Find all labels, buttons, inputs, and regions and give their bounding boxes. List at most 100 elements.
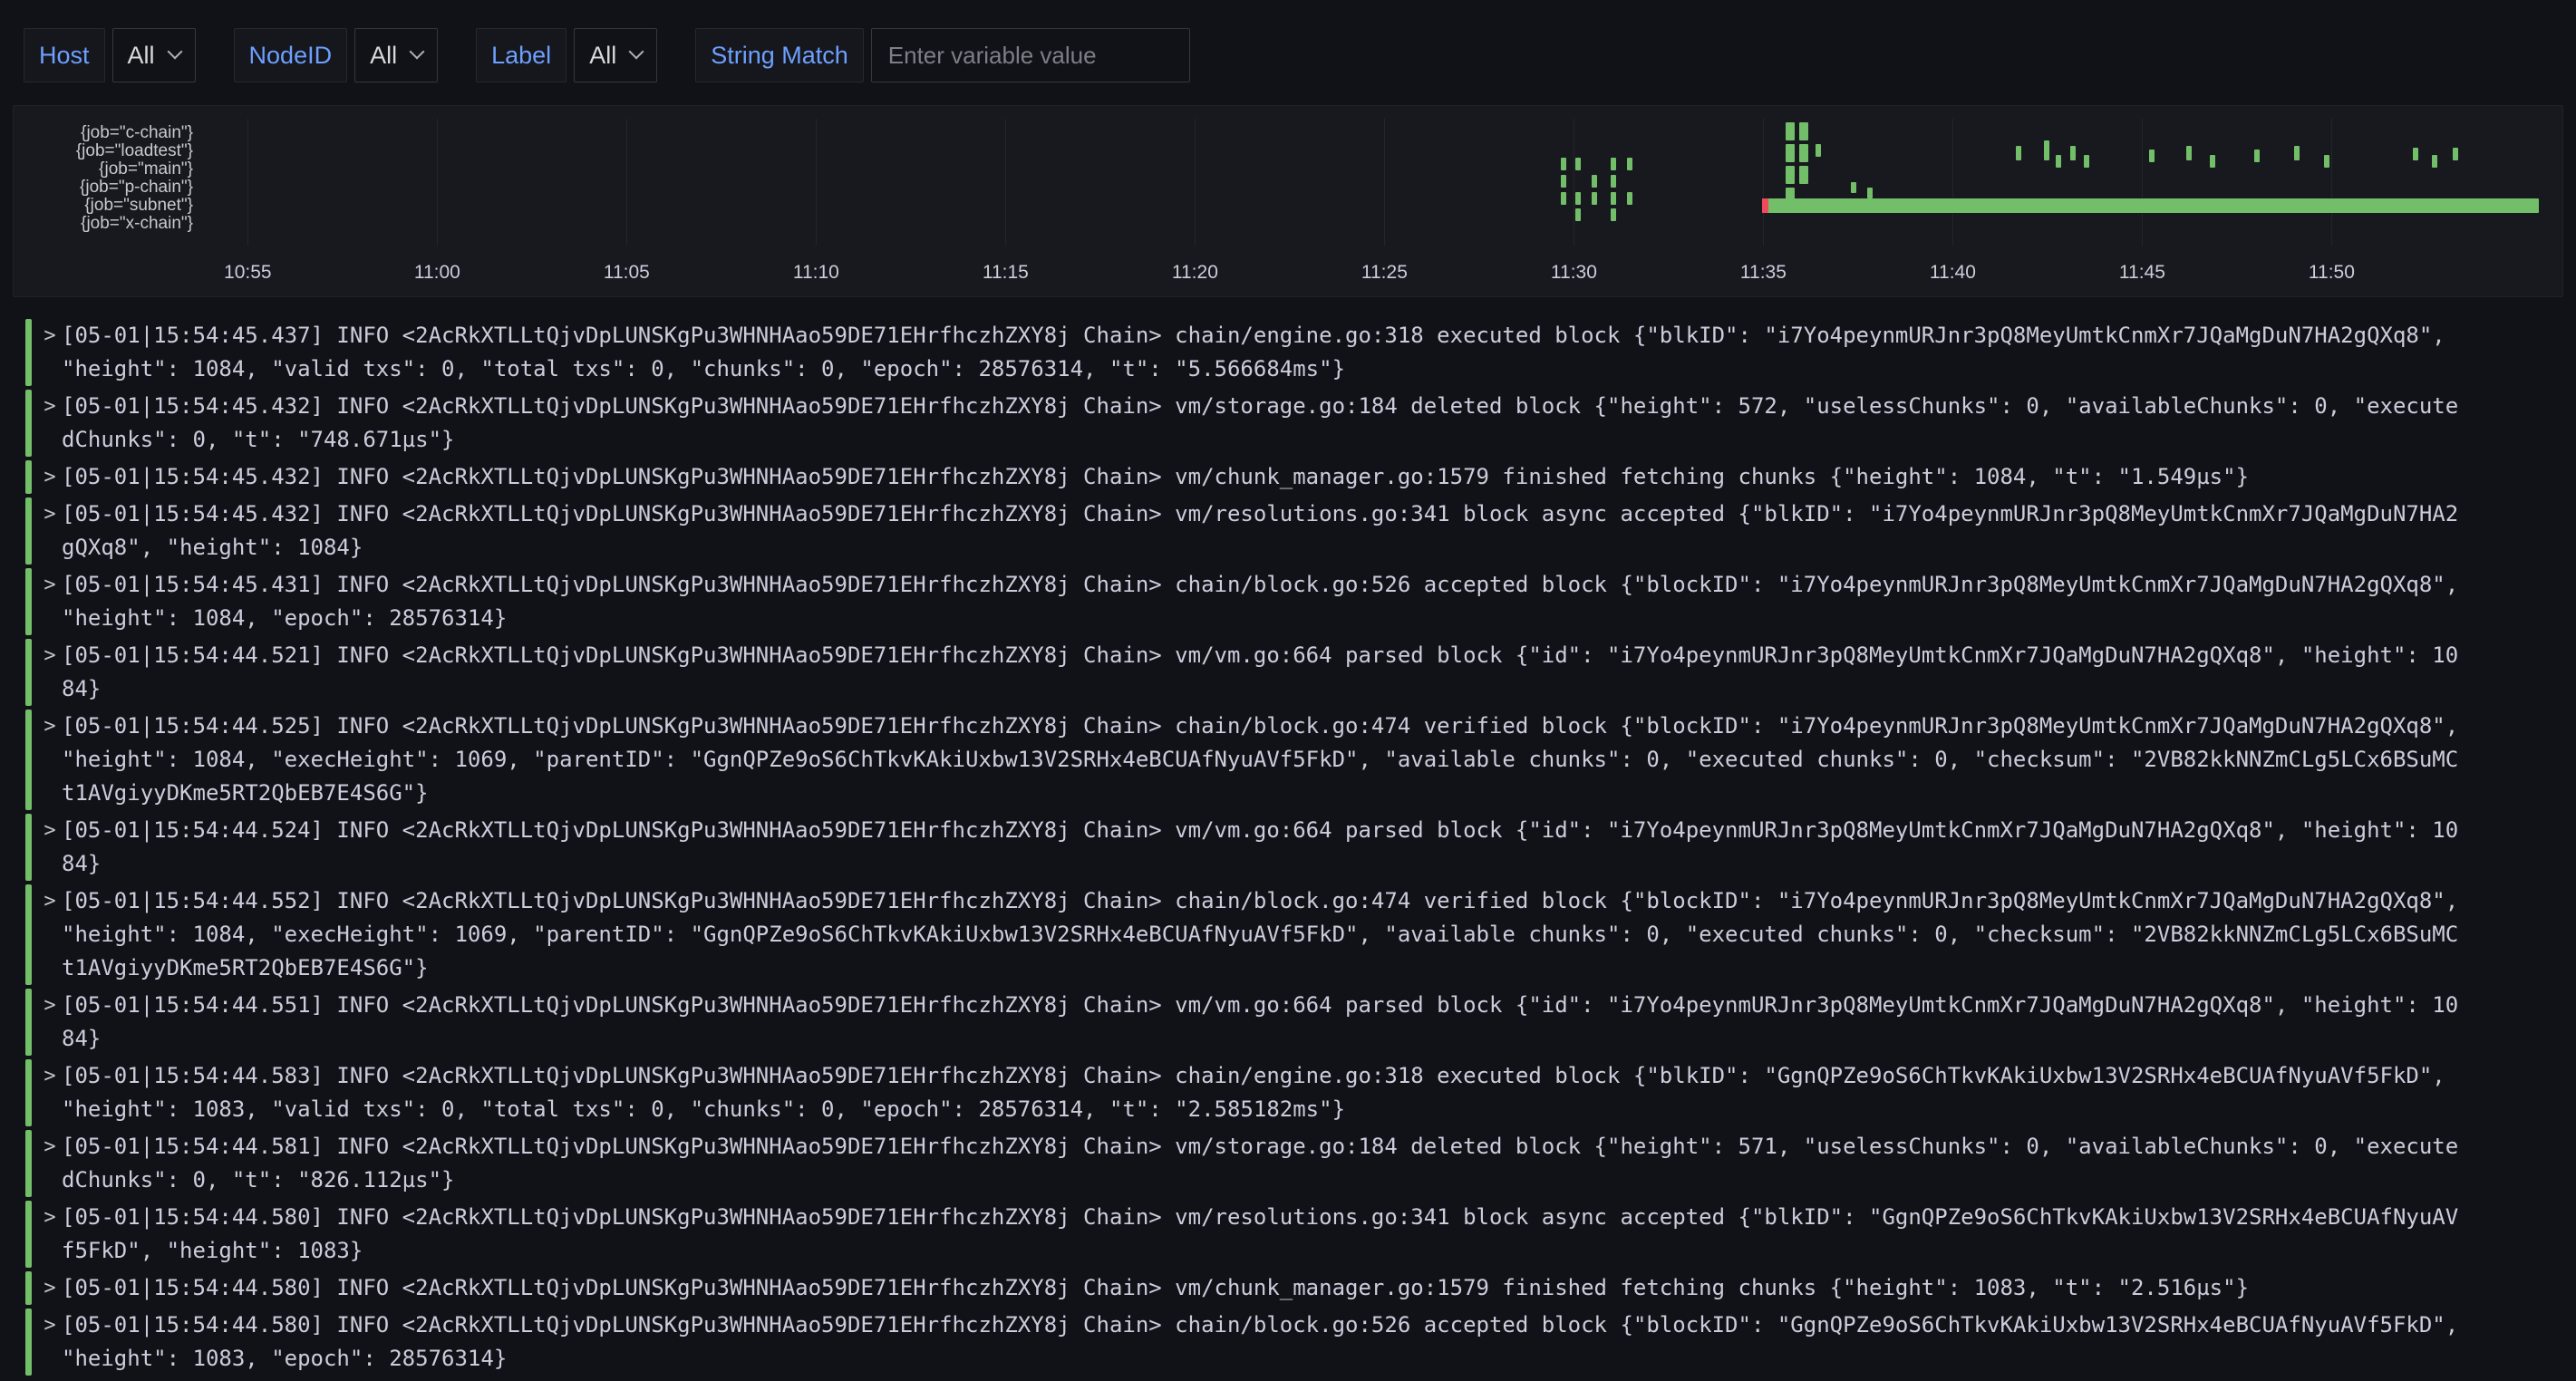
log-row[interactable]: >[05-01|15:54:44.580] INFO <2AcRkXTLLtQj…	[25, 1201, 2563, 1268]
log-line-text: [05-01|15:54:44.581] INFO <2AcRkXTLLtQjv…	[62, 1130, 2461, 1197]
log-level-bar	[25, 710, 32, 810]
volume-tick	[2084, 155, 2089, 168]
log-level-bar	[25, 497, 32, 565]
var-host: Host All	[24, 28, 196, 82]
log-line-text: [05-01|15:54:45.437] INFO <2AcRkXTLLtQjv…	[62, 319, 2461, 386]
series-label[interactable]: {job="p-chain"}	[14, 179, 193, 197]
log-line-text: [05-01|15:54:45.432] INFO <2AcRkXTLLtQjv…	[62, 460, 2461, 494]
volume-tick	[1592, 192, 1597, 205]
log-level-bar	[25, 319, 32, 386]
volume-tick	[1611, 158, 1616, 170]
angle-right-icon[interactable]: >	[38, 989, 62, 1056]
angle-right-icon[interactable]: >	[38, 390, 62, 457]
volume-tick	[2210, 155, 2215, 168]
variables-bar: Host All NodeID All Label All String Mat…	[0, 0, 2576, 105]
log-row[interactable]: >[05-01|15:54:45.432] INFO <2AcRkXTLLtQj…	[25, 460, 2563, 494]
var-string-match-label: String Match	[695, 28, 864, 82]
log-list: >[05-01|15:54:45.437] INFO <2AcRkXTLLtQj…	[25, 319, 2563, 1381]
volume-tick	[1786, 166, 1795, 184]
volume-tick	[1816, 144, 1821, 157]
gridline	[816, 119, 817, 246]
var-nodeid-select[interactable]: All	[354, 28, 438, 82]
log-line-text: [05-01|15:54:44.551] INFO <2AcRkXTLLtQjv…	[62, 989, 2461, 1056]
time-tick-label: 11:50	[2309, 262, 2355, 284]
volume-tick	[1575, 208, 1581, 221]
var-label-value: All	[589, 42, 616, 70]
gridline	[2142, 119, 2143, 246]
chevron-down-icon	[629, 44, 644, 60]
volume-tick	[1611, 192, 1616, 205]
log-level-bar	[25, 1309, 32, 1376]
series-labels: {job="c-chain"}{job="loadtest"}{job="mai…	[14, 124, 193, 233]
var-host-select[interactable]: All	[112, 28, 196, 82]
volume-tick	[2044, 140, 2049, 160]
var-label-label: Label	[476, 28, 567, 82]
volume-tick	[1611, 208, 1616, 221]
volume-tick	[2186, 146, 2192, 160]
angle-right-icon[interactable]: >	[38, 1059, 62, 1126]
volume-band	[1762, 198, 2539, 213]
angle-right-icon[interactable]: >	[38, 710, 62, 810]
log-line-text: [05-01|15:54:44.580] INFO <2AcRkXTLLtQjv…	[62, 1201, 2461, 1268]
angle-right-icon[interactable]: >	[38, 319, 62, 386]
volume-tick	[1575, 192, 1581, 205]
log-level-bar	[25, 989, 32, 1056]
log-level-bar	[25, 568, 32, 635]
log-row[interactable]: >[05-01|15:54:44.525] INFO <2AcRkXTLLtQj…	[25, 710, 2563, 810]
log-row[interactable]: >[05-01|15:54:44.583] INFO <2AcRkXTLLtQj…	[25, 1059, 2563, 1126]
angle-right-icon[interactable]: >	[38, 460, 62, 494]
angle-right-icon[interactable]: >	[38, 497, 62, 565]
angle-right-icon[interactable]: >	[38, 639, 62, 706]
log-level-bar	[25, 1271, 32, 1305]
volume-tick	[1561, 158, 1566, 170]
series-label[interactable]: {job="main"}	[14, 160, 193, 179]
gridline	[626, 119, 627, 246]
log-line-text: [05-01|15:54:44.521] INFO <2AcRkXTLLtQjv…	[62, 639, 2461, 706]
var-nodeid-value: All	[370, 42, 397, 70]
angle-right-icon[interactable]: >	[38, 568, 62, 635]
time-tick-label: 11:45	[2119, 262, 2165, 284]
angle-right-icon[interactable]: >	[38, 1271, 62, 1305]
angle-right-icon[interactable]: >	[38, 1130, 62, 1197]
volume-tick	[2254, 150, 2260, 162]
log-volume-chart[interactable]: 10:5511:0011:0511:1011:1511:2011:2511:30…	[206, 119, 2539, 246]
angle-right-icon[interactable]: >	[38, 814, 62, 881]
time-tick-label: 11:40	[1930, 262, 1976, 284]
gridline	[247, 119, 248, 246]
log-row[interactable]: >[05-01|15:54:44.552] INFO <2AcRkXTLLtQj…	[25, 884, 2563, 985]
log-line-text: [05-01|15:54:44.524] INFO <2AcRkXTLLtQjv…	[62, 814, 2461, 881]
series-label[interactable]: {job="subnet"}	[14, 197, 193, 215]
series-label[interactable]: {job="c-chain"}	[14, 124, 193, 142]
log-row[interactable]: >[05-01|15:54:44.551] INFO <2AcRkXTLLtQj…	[25, 989, 2563, 1056]
var-label-select[interactable]: All	[574, 28, 657, 82]
log-row[interactable]: >[05-01|15:54:45.432] INFO <2AcRkXTLLtQj…	[25, 390, 2563, 457]
log-row[interactable]: >[05-01|15:54:44.580] INFO <2AcRkXTLLtQj…	[25, 1309, 2563, 1376]
time-tick-label: 10:55	[224, 262, 272, 284]
angle-right-icon[interactable]: >	[38, 1201, 62, 1268]
series-label[interactable]: {job="x-chain"}	[14, 215, 193, 233]
volume-tick	[2432, 155, 2437, 168]
volume-tick	[1799, 122, 1808, 140]
angle-right-icon[interactable]: >	[38, 884, 62, 985]
error-tick	[1762, 198, 1768, 213]
log-row[interactable]: >[05-01|15:54:44.581] INFO <2AcRkXTLLtQj…	[25, 1130, 2563, 1197]
angle-right-icon[interactable]: >	[38, 1309, 62, 1376]
log-level-bar	[25, 884, 32, 985]
log-row[interactable]: >[05-01|15:54:44.580] INFO <2AcRkXTLLtQj…	[25, 1271, 2563, 1305]
chevron-down-icon	[167, 44, 182, 60]
series-label[interactable]: {job="loadtest"}	[14, 142, 193, 160]
volume-tick	[1611, 175, 1616, 188]
log-row[interactable]: >[05-01|15:54:45.437] INFO <2AcRkXTLLtQj…	[25, 319, 2563, 386]
log-row[interactable]: >[05-01|15:54:44.521] INFO <2AcRkXTLLtQj…	[25, 639, 2563, 706]
volume-tick	[1799, 166, 1808, 184]
volume-tick	[1851, 182, 1856, 193]
volume-tick	[2413, 148, 2418, 160]
string-match-input[interactable]	[871, 28, 1190, 82]
log-row[interactable]: >[05-01|15:54:45.431] INFO <2AcRkXTLLtQj…	[25, 568, 2563, 635]
time-tick-label: 11:35	[1740, 262, 1787, 284]
log-line-text: [05-01|15:54:44.580] INFO <2AcRkXTLLtQjv…	[62, 1271, 2461, 1305]
log-row[interactable]: >[05-01|15:54:44.524] INFO <2AcRkXTLLtQj…	[25, 814, 2563, 881]
log-line-text: [05-01|15:54:44.525] INFO <2AcRkXTLLtQjv…	[62, 710, 2461, 810]
volume-tick	[2294, 146, 2300, 160]
log-row[interactable]: >[05-01|15:54:45.432] INFO <2AcRkXTLLtQj…	[25, 497, 2563, 565]
